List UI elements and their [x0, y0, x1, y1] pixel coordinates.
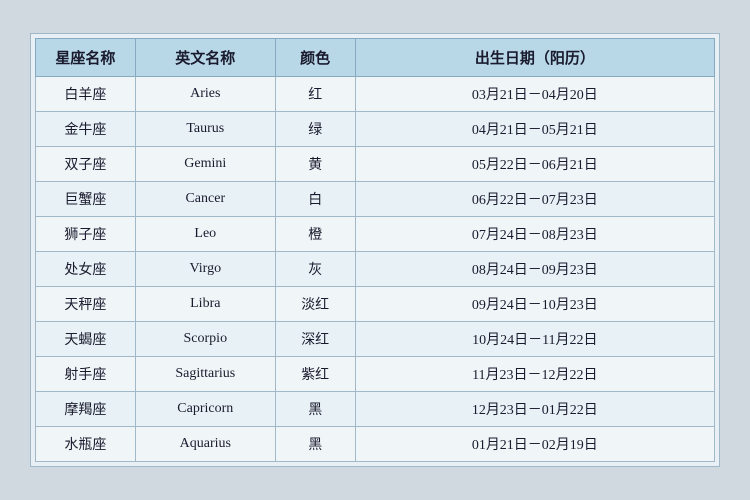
header-en-name: 英文名称: [135, 39, 275, 77]
cell-color: 黄: [275, 147, 355, 182]
cell-date: 06月22日－07月23日: [355, 182, 714, 217]
table-row: 金牛座Taurus绿04月21日－05月21日: [36, 112, 715, 147]
cell-zh-name: 射手座: [36, 357, 136, 392]
cell-color: 红: [275, 77, 355, 112]
header-birthdate: 出生日期（阳历）: [355, 39, 714, 77]
cell-date: 04月21日－05月21日: [355, 112, 714, 147]
zodiac-table: 星座名称 英文名称 颜色 出生日期（阳历） 白羊座Aries红03月21日－04…: [35, 38, 715, 462]
cell-date: 08月24日－09月23日: [355, 252, 714, 287]
cell-date: 11月23日－12月22日: [355, 357, 714, 392]
cell-date: 01月21日－02月19日: [355, 427, 714, 462]
cell-zh-name: 天秤座: [36, 287, 136, 322]
zodiac-table-container: 星座名称 英文名称 颜色 出生日期（阳历） 白羊座Aries红03月21日－04…: [30, 33, 720, 467]
cell-en-name: Virgo: [135, 252, 275, 287]
cell-color: 深红: [275, 322, 355, 357]
table-row: 天秤座Libra淡红09月24日－10月23日: [36, 287, 715, 322]
cell-color: 橙: [275, 217, 355, 252]
cell-en-name: Leo: [135, 217, 275, 252]
table-row: 射手座Sagittarius紫红11月23日－12月22日: [36, 357, 715, 392]
cell-en-name: Scorpio: [135, 322, 275, 357]
cell-zh-name: 摩羯座: [36, 392, 136, 427]
table-header-row: 星座名称 英文名称 颜色 出生日期（阳历）: [36, 39, 715, 77]
cell-zh-name: 处女座: [36, 252, 136, 287]
cell-en-name: Gemini: [135, 147, 275, 182]
header-color: 颜色: [275, 39, 355, 77]
header-zh-name: 星座名称: [36, 39, 136, 77]
cell-zh-name: 天蝎座: [36, 322, 136, 357]
cell-en-name: Capricorn: [135, 392, 275, 427]
cell-zh-name: 巨蟹座: [36, 182, 136, 217]
cell-en-name: Aquarius: [135, 427, 275, 462]
cell-color: 黑: [275, 427, 355, 462]
cell-zh-name: 水瓶座: [36, 427, 136, 462]
cell-en-name: Cancer: [135, 182, 275, 217]
cell-color: 灰: [275, 252, 355, 287]
table-row: 摩羯座Capricorn黑12月23日－01月22日: [36, 392, 715, 427]
cell-color: 黑: [275, 392, 355, 427]
cell-color: 白: [275, 182, 355, 217]
cell-zh-name: 金牛座: [36, 112, 136, 147]
cell-date: 03月21日－04月20日: [355, 77, 714, 112]
cell-zh-name: 狮子座: [36, 217, 136, 252]
table-row: 白羊座Aries红03月21日－04月20日: [36, 77, 715, 112]
table-body: 白羊座Aries红03月21日－04月20日金牛座Taurus绿04月21日－0…: [36, 77, 715, 462]
table-row: 处女座Virgo灰08月24日－09月23日: [36, 252, 715, 287]
cell-date: 12月23日－01月22日: [355, 392, 714, 427]
cell-date: 05月22日－06月21日: [355, 147, 714, 182]
cell-color: 淡红: [275, 287, 355, 322]
cell-date: 10月24日－11月22日: [355, 322, 714, 357]
cell-date: 09月24日－10月23日: [355, 287, 714, 322]
cell-color: 紫红: [275, 357, 355, 392]
cell-en-name: Taurus: [135, 112, 275, 147]
table-row: 水瓶座Aquarius黑01月21日－02月19日: [36, 427, 715, 462]
cell-date: 07月24日－08月23日: [355, 217, 714, 252]
table-row: 狮子座Leo橙07月24日－08月23日: [36, 217, 715, 252]
table-row: 天蝎座Scorpio深红10月24日－11月22日: [36, 322, 715, 357]
table-row: 双子座Gemini黄05月22日－06月21日: [36, 147, 715, 182]
cell-en-name: Aries: [135, 77, 275, 112]
table-row: 巨蟹座Cancer白06月22日－07月23日: [36, 182, 715, 217]
cell-zh-name: 双子座: [36, 147, 136, 182]
cell-zh-name: 白羊座: [36, 77, 136, 112]
cell-en-name: Sagittarius: [135, 357, 275, 392]
cell-en-name: Libra: [135, 287, 275, 322]
cell-color: 绿: [275, 112, 355, 147]
